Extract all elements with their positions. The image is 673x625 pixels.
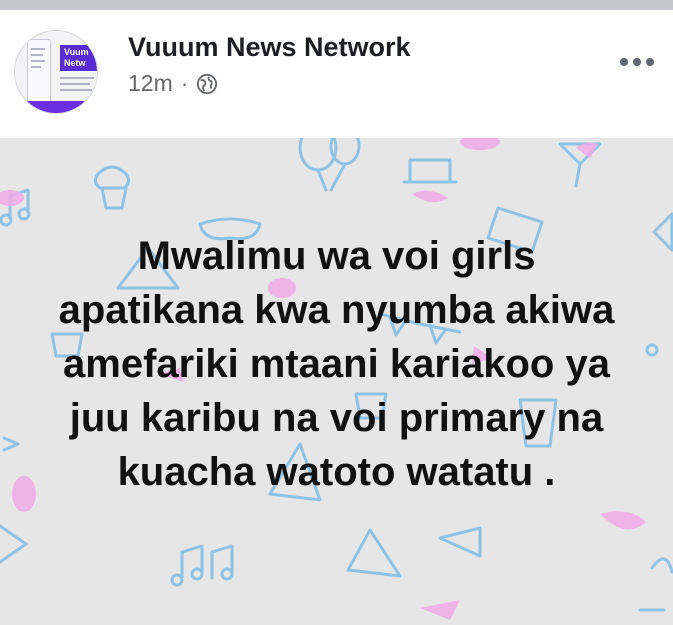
avatar-phone-graphic (27, 39, 51, 107)
avatar-banner: Vuum Netw (60, 45, 97, 71)
post-text-line: amefariki mtaani kariakoo ya (63, 342, 610, 386)
page-avatar[interactable]: Vuum Netw (14, 30, 98, 114)
post-text-line: Mwalimu wa voi girls (137, 234, 536, 278)
globe-icon[interactable] (196, 73, 218, 95)
post-status-text: Mwalimu wa voi girls apatikana kwa nyumb… (0, 229, 673, 499)
post-header: Vuum Netw Vuuum News Network 12m · (0, 10, 673, 138)
post-background-canvas: Mwalimu wa voi girls apatikana kwa nyumb… (0, 138, 673, 625)
more-options-icon[interactable] (614, 54, 660, 70)
post-text-line: apatikana kwa nyumba akiwa (58, 288, 615, 332)
meta-separator: · (180, 70, 189, 96)
top-strip (0, 0, 673, 10)
avatar-footer-bar (15, 101, 97, 113)
post-text-line: juu karibu na voi primary na (69, 396, 604, 440)
post-timestamp[interactable]: 12m (128, 70, 173, 97)
post-text-line: kuacha watoto watatu . (117, 450, 556, 494)
page-name-link[interactable]: Vuuum News Network (128, 32, 411, 63)
post-meta: 12m · (128, 70, 218, 97)
